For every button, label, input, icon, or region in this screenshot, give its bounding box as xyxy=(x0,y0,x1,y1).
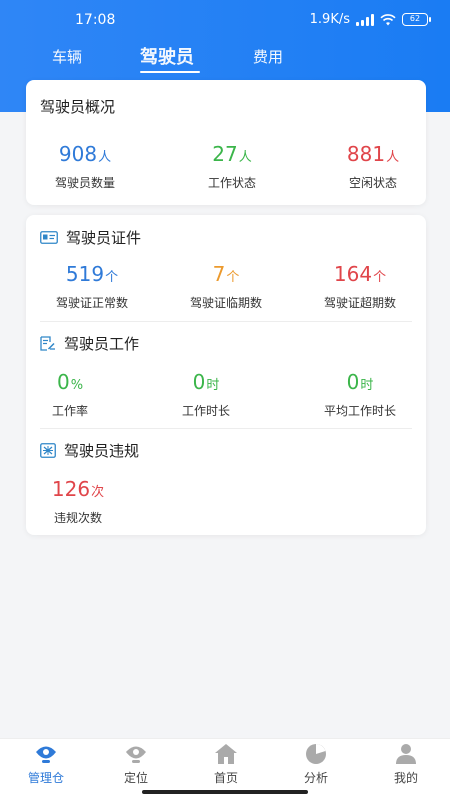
section-divider xyxy=(40,321,412,322)
work-section-header: 驾驶员工作 xyxy=(40,333,139,354)
violation-section-header: 驾驶员违规 xyxy=(40,440,139,461)
pie-chart-icon xyxy=(306,744,326,764)
stat-value: 519个 xyxy=(65,262,119,286)
stat-idle[interactable]: 881人 空闲状态 xyxy=(313,143,433,191)
stat-label: 驾驶证正常数 xyxy=(55,296,128,310)
stat-work-hours[interactable]: 0时 工作时长 xyxy=(146,371,266,419)
stat-value: 164个 xyxy=(333,262,387,286)
violation-icon xyxy=(40,443,56,458)
stat-value: 908人 xyxy=(58,142,112,166)
signal-icon xyxy=(356,13,374,26)
stat-label: 驾驶员数量 xyxy=(54,176,115,190)
location-icon xyxy=(126,746,146,763)
home-indicator xyxy=(142,790,308,794)
license-section-title: 驾驶员证件 xyxy=(66,229,142,247)
license-section-header: 驾驶员证件 xyxy=(40,227,141,248)
battery-icon: 62 xyxy=(402,13,431,26)
stat-value: 27人 xyxy=(212,142,252,166)
stat-label: 工作率 xyxy=(51,404,88,418)
overview-card: 驾驶员概况 908人 驾驶员数量 27人 工作状态 881人 空闲状态 xyxy=(26,80,426,205)
tab-cost[interactable]: 费用 xyxy=(253,46,283,67)
nav-management[interactable]: 管理仓 xyxy=(11,743,81,786)
stat-license-normal[interactable]: 519个 驾驶证正常数 xyxy=(32,263,152,311)
status-indicators: 1.9K/s 62 xyxy=(309,12,431,27)
nav-mine[interactable]: 我的 xyxy=(371,743,441,786)
active-tab-indicator xyxy=(140,71,200,73)
network-speed: 1.9K/s xyxy=(309,12,350,27)
wifi-icon xyxy=(380,13,396,25)
stat-driver-count[interactable]: 908人 驾驶员数量 xyxy=(25,143,145,191)
status-bar: 17:08 1.9K/s 62 xyxy=(0,0,450,40)
stat-working[interactable]: 27人 工作状态 xyxy=(172,143,292,191)
section-divider xyxy=(40,428,412,429)
stat-value: 126次 xyxy=(51,477,105,501)
nav-home[interactable]: 首页 xyxy=(191,743,261,786)
violation-section-title: 驾驶员违规 xyxy=(64,442,140,460)
stat-value: 0时 xyxy=(192,370,220,394)
stat-license-expired[interactable]: 164个 驾驶证超期数 xyxy=(300,263,420,311)
stat-value: 881人 xyxy=(346,142,400,166)
user-icon xyxy=(396,744,416,764)
stat-label: 工作时长 xyxy=(181,404,230,418)
top-tab-bar: 车辆 驾驶员 费用 xyxy=(0,40,450,76)
stat-value: 0时 xyxy=(346,370,374,394)
stat-license-expiring[interactable]: 7个 驾驶证临期数 xyxy=(166,263,286,311)
detail-card: 驾驶员证件 519个 驾驶证正常数 7个 驾驶证临期数 164个 驾驶证超期数 … xyxy=(26,215,426,535)
work-doc-icon xyxy=(40,336,55,351)
stat-label: 违规次数 xyxy=(53,511,102,525)
stat-work-rate[interactable]: 0% 工作率 xyxy=(10,371,130,419)
stat-label: 平均工作时长 xyxy=(323,404,396,418)
id-card-icon xyxy=(40,231,58,244)
stat-label: 空闲状态 xyxy=(348,176,397,190)
status-time: 17:08 xyxy=(75,12,116,28)
home-icon xyxy=(215,744,237,764)
stat-avg-work-hours[interactable]: 0时 平均工作时长 xyxy=(300,371,420,419)
stat-label: 驾驶证超期数 xyxy=(323,296,396,310)
tab-driver[interactable]: 驾驶员 xyxy=(140,43,194,69)
stat-label: 工作状态 xyxy=(207,176,256,190)
overview-title: 驾驶员概况 xyxy=(40,98,116,116)
tab-vehicle[interactable]: 车辆 xyxy=(52,46,82,67)
stat-value: 7个 xyxy=(212,262,240,286)
nav-analysis[interactable]: 分析 xyxy=(281,743,351,786)
nav-locate[interactable]: 定位 xyxy=(101,743,171,786)
stat-label: 驾驶证临期数 xyxy=(189,296,262,310)
stat-value: 0% xyxy=(56,370,84,394)
location-pin-icon xyxy=(36,746,56,763)
stat-violation-count[interactable]: 126次 违规次数 xyxy=(18,478,138,526)
work-section-title: 驾驶员工作 xyxy=(64,335,140,353)
